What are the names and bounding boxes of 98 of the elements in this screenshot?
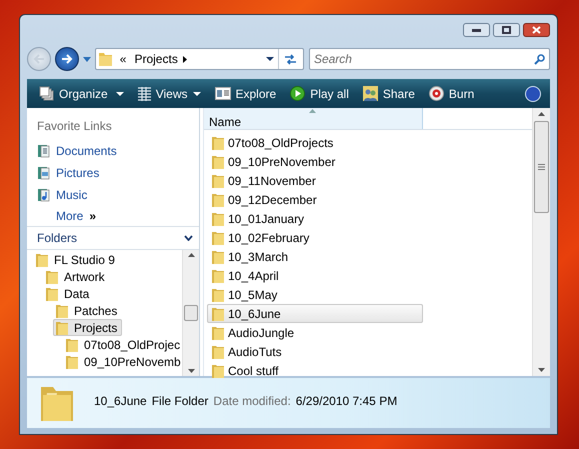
play-icon: [290, 86, 306, 101]
toolbar-button[interactable]: Explore: [208, 82, 282, 106]
folder-icon: [212, 326, 224, 340]
folder-icon: [212, 250, 224, 264]
overflow-chevron[interactable]: «: [120, 50, 126, 68]
address-segment[interactable]: Projects: [134, 50, 178, 68]
folder-icon: [212, 268, 224, 282]
folder-icon: [212, 192, 224, 206]
folder-icon: [212, 174, 224, 188]
folder-icon: [46, 270, 58, 284]
stacked-pages-icon: [39, 86, 54, 101]
item-type: File Folder: [152, 393, 208, 410]
favorite-link[interactable]: Documents: [56, 142, 117, 160]
folder-row[interactable]: 10_6June: [207, 304, 423, 323]
dropdown-caret-icon: [192, 92, 200, 96]
folder-icon: [98, 52, 112, 66]
folder-icon: [212, 230, 224, 244]
tree-item[interactable]: Data: [43, 285, 94, 302]
library-icon: [37, 188, 50, 202]
back-arrow-icon: [32, 54, 45, 64]
toolbar-button[interactable]: Organize: [33, 82, 130, 106]
folder-icon: [66, 338, 78, 352]
folder-icon: [212, 136, 224, 150]
collapse-chevron-icon: [184, 235, 193, 241]
vertical-scrollbar[interactable]: [532, 108, 550, 376]
folder-icon: [212, 288, 224, 302]
folder-row[interactable]: 10_01January: [207, 209, 423, 228]
close-button[interactable]: [523, 23, 550, 37]
folder-icon: [46, 286, 58, 300]
date-value: 6/29/2010 7:45 PM: [296, 393, 398, 410]
folders-header[interactable]: Folders: [27, 226, 199, 250]
tree-item[interactable]: Patches: [53, 302, 122, 319]
folder-row[interactable]: 10_5May: [207, 285, 423, 304]
tree-item[interactable]: 07to08_OldProjec: [63, 336, 182, 353]
scroll-down-icon[interactable]: [538, 368, 545, 372]
item-name: 10_6June: [94, 393, 147, 410]
more-chevron[interactable]: »: [89, 207, 96, 225]
folder-row[interactable]: AudioJungle: [207, 323, 423, 342]
tree-item[interactable]: FL Studio 9: [33, 251, 120, 268]
folder-row[interactable]: 09_11November: [207, 171, 423, 190]
folder-icon: [212, 306, 224, 320]
folder-row[interactable]: Cool stuff: [207, 361, 423, 380]
forward-button[interactable]: [54, 47, 79, 71]
search-icon[interactable]: [534, 54, 545, 64]
more-link[interactable]: More: [56, 207, 84, 225]
folder-row[interactable]: 10_4April: [207, 266, 423, 285]
column-header[interactable]: Name: [204, 108, 423, 129]
folder-row[interactable]: 10_02February: [207, 228, 423, 247]
tree-item[interactable]: 09_10PreNovemb: [63, 353, 182, 370]
address-bar[interactable]: « Projects: [94, 48, 304, 70]
refresh-icon[interactable]: [284, 54, 298, 64]
forward-arrow-icon: [60, 54, 73, 64]
section-title: Favorite Links: [37, 118, 113, 135]
search-field[interactable]: Search: [308, 48, 550, 70]
address-dropdown-icon[interactable]: [266, 57, 274, 61]
toolbar-button[interactable]: Play all: [284, 82, 355, 106]
search-input[interactable]: Search: [314, 50, 534, 68]
folder-icon: [36, 252, 48, 266]
scrollbar-thumb[interactable]: [534, 121, 549, 213]
list-view-icon: [138, 86, 151, 100]
folder-row[interactable]: AudioTuts: [207, 342, 423, 361]
folder-icon: [66, 354, 78, 368]
maximize-button[interactable]: [493, 23, 520, 37]
vertical-scrollbar[interactable]: [182, 250, 199, 376]
tree-item[interactable]: Projects: [53, 319, 122, 336]
folder-icon: [212, 212, 224, 226]
folder-row[interactable]: 07to08_OldProjects: [207, 133, 423, 152]
people-icon: [362, 86, 378, 101]
scrollbar-thumb[interactable]: [184, 305, 198, 321]
library-icon: [37, 144, 50, 158]
toolbar-button[interactable]: Share: [356, 82, 421, 106]
folder-icon: [212, 344, 224, 358]
folder-icon: [56, 304, 68, 318]
scroll-up-icon[interactable]: [188, 253, 194, 257]
folder-icon: [212, 154, 224, 168]
toolbar-button[interactable]: Views: [132, 82, 206, 106]
folder-icon: [212, 364, 224, 378]
close-icon: [532, 26, 541, 34]
minimize-icon: [472, 28, 481, 32]
favorite-link[interactable]: Music: [56, 186, 88, 204]
folder-row[interactable]: 09_10PreNovember: [207, 152, 423, 171]
scroll-up-icon[interactable]: [538, 112, 545, 116]
folder-row[interactable]: 10_3March: [207, 247, 423, 266]
folder-row[interactable]: 09_12December: [207, 190, 423, 209]
recent-pages-caret-icon[interactable]: [82, 56, 91, 62]
window-pane-icon: [214, 87, 230, 100]
tree-item[interactable]: Artwork: [43, 268, 110, 285]
folder-icon: [56, 320, 68, 334]
dropdown-caret-icon: [116, 92, 124, 96]
minimize-button[interactable]: [463, 23, 490, 37]
scroll-down-icon[interactable]: [188, 369, 194, 373]
disc-icon: [428, 86, 444, 101]
maximize-icon: [502, 26, 511, 34]
favorite-link[interactable]: Pictures: [56, 164, 100, 182]
date-label: Date modified:: [213, 393, 291, 410]
breadcrumb-arrow-icon[interactable]: [182, 56, 187, 62]
toolbar-button[interactable]: Burn: [422, 82, 480, 106]
library-icon: [37, 166, 50, 180]
